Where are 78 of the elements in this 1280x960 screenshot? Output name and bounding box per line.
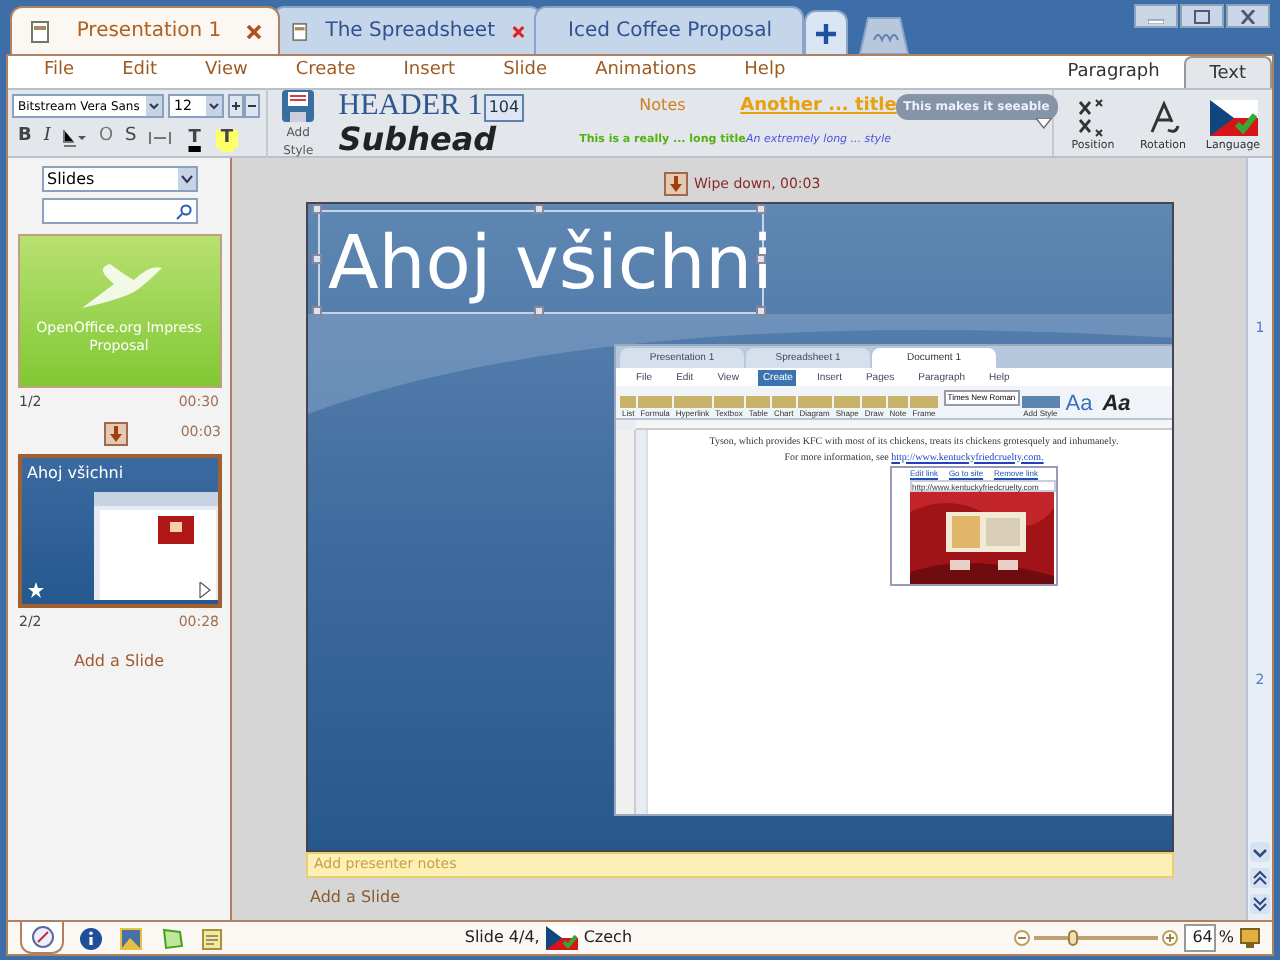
minimize-button[interactable]: [1134, 4, 1178, 28]
close-button[interactable]: [1226, 4, 1270, 28]
color-button[interactable]: T: [216, 129, 238, 147]
panel-view-dropdown[interactable]: Slides: [41, 166, 197, 192]
resize-handle[interactable]: [756, 254, 766, 264]
style-badge: 104: [484, 93, 524, 122]
note-icon[interactable]: [202, 927, 222, 949]
scroll-down-icon[interactable]: [1250, 842, 1270, 862]
menu-item[interactable]: Insert: [379, 58, 480, 86]
zoom-slider-thumb[interactable]: [1067, 930, 1078, 946]
zoom-unit: %: [1218, 926, 1234, 950]
resize-handle[interactable]: [756, 204, 766, 214]
slide-caption: Ahoj všichni: [27, 461, 124, 485]
document-icon: [28, 19, 52, 43]
menu-item[interactable]: Create: [271, 58, 380, 86]
maximize-icon: [1194, 9, 1210, 23]
search-field[interactable]: [41, 198, 197, 224]
search-icon: [175, 203, 191, 219]
transition-icon[interactable]: [664, 172, 688, 196]
style-sample[interactable]: Subhead: [330, 123, 505, 156]
font-size-step-icon[interactable]: [228, 94, 260, 119]
menu-item[interactable]: Animations: [571, 58, 721, 86]
shapes-icon[interactable]: [160, 927, 184, 949]
menu-item[interactable]: Slide: [479, 58, 572, 86]
window-screenshot-drawing: [93, 491, 217, 599]
slide-thumbnail[interactable]: Ahoj všichni: [17, 453, 221, 607]
navigator-tab[interactable]: [20, 922, 64, 954]
underline-dropdown-icon[interactable]: [62, 128, 87, 148]
resize-handle[interactable]: [312, 204, 322, 214]
color-button[interactable]: T: [184, 129, 205, 147]
zoom-out-icon[interactable]: [1014, 930, 1031, 946]
format-button[interactable]: I: [43, 124, 51, 152]
zoom-field[interactable]: 64: [1184, 924, 1217, 952]
play-icon: [197, 581, 211, 597]
language-label[interactable]: Czech: [583, 926, 633, 950]
ribbon-tab[interactable]: Paragraph: [1043, 56, 1184, 88]
close-icon[interactable]: [511, 23, 524, 39]
resize-handle[interactable]: [534, 204, 544, 214]
style-sample[interactable]: HEADER 1: [338, 91, 483, 122]
compass-icon: [31, 926, 53, 948]
style-sample[interactable]: Aa: [1061, 390, 1097, 418]
document-tab[interactable]: Iced Coffee Proposal: [534, 6, 804, 54]
maximize-button[interactable]: [1180, 4, 1224, 28]
slide-position: Slide 4/4,: [464, 926, 540, 950]
character-spacing-icon[interactable]: [148, 130, 173, 146]
add-slide-link[interactable]: Add a Slide: [306, 886, 1246, 910]
new-tab-button[interactable]: [804, 10, 848, 54]
zoom-in-icon[interactable]: [1162, 930, 1179, 946]
document-tab[interactable]: Presentation 1: [10, 6, 280, 54]
menu-item[interactable]: Help: [720, 58, 810, 86]
resize-handle[interactable]: [534, 306, 544, 316]
resize-handle[interactable]: [312, 306, 322, 316]
star-icon: [27, 581, 43, 597]
transition-icon[interactable]: [103, 421, 127, 445]
scroll-page-up-icon[interactable]: [1250, 868, 1270, 888]
plus-icon: [814, 21, 838, 45]
document-icon: [290, 19, 310, 43]
language-flag-icon: [545, 926, 578, 950]
flag-icon: [1209, 98, 1257, 139]
format-button[interactable]: S: [125, 124, 137, 152]
format-button[interactable]: B: [18, 124, 32, 152]
monitor-icon[interactable]: [1240, 928, 1260, 948]
format-button[interactable]: O: [98, 124, 114, 152]
close-icon: [1240, 9, 1256, 23]
document-tab[interactable]: The Spreadsheet: [272, 6, 542, 54]
image-icon[interactable]: [120, 927, 142, 949]
info-icon[interactable]: [80, 927, 102, 949]
menu-item[interactable]: View: [181, 58, 272, 86]
scroll-page-down-icon[interactable]: [1250, 894, 1270, 914]
style-sample[interactable]: Aa: [1098, 390, 1135, 418]
tab-list-icon[interactable]: [856, 14, 912, 54]
close-icon[interactable]: [246, 23, 262, 39]
add-slide-link[interactable]: Add a Slide: [74, 650, 164, 674]
menu-item[interactable]: Edit: [98, 58, 181, 86]
resize-handle[interactable]: [756, 306, 766, 316]
menu-item[interactable]: File: [8, 58, 99, 86]
resize-handle[interactable]: [312, 254, 322, 264]
ribbon-tab[interactable]: Text: [1183, 56, 1272, 88]
